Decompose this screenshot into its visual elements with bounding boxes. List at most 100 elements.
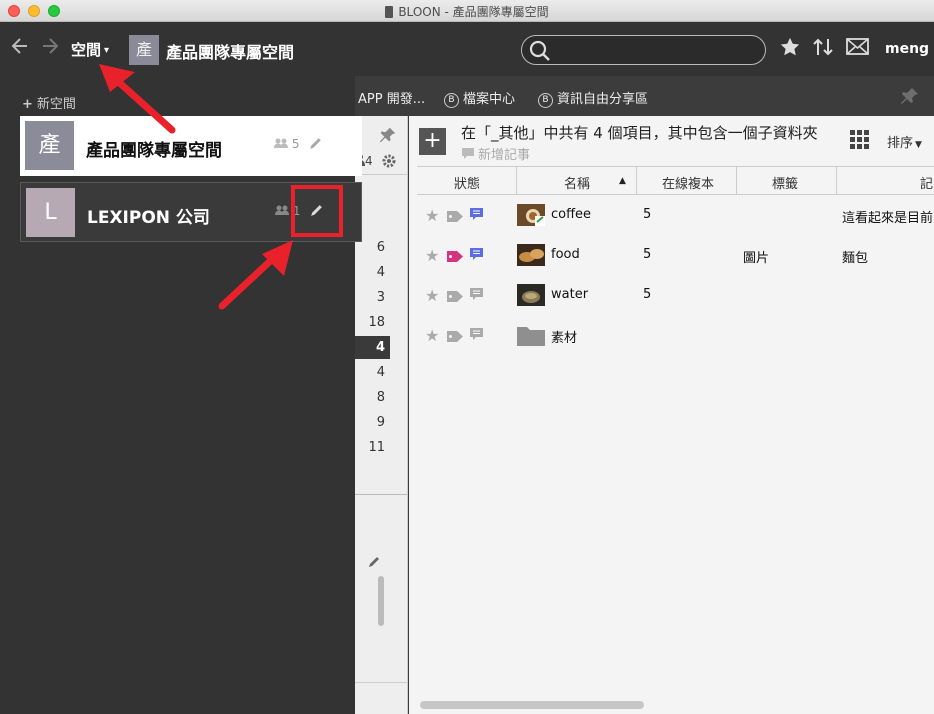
folder-count[interactable]: 8	[355, 390, 385, 405]
folder-count[interactable]: 18	[355, 315, 385, 330]
space-menu-button[interactable]: 空間 ▾	[71, 39, 109, 60]
space-avatar: 產	[25, 121, 74, 170]
pencil-icon[interactable]	[367, 554, 381, 573]
current-space-name: 產品團隊專屬空間	[166, 43, 295, 62]
tag-icon[interactable]	[447, 208, 464, 227]
member-count-text: 5	[291, 137, 300, 151]
tab-app-dev[interactable]: APP 開發...	[358, 88, 425, 107]
item-name[interactable]: coffee	[551, 207, 591, 222]
back-arrow-icon[interactable]	[10, 36, 30, 61]
members-count-text: 4	[365, 154, 373, 168]
coffee-thumbnail	[517, 204, 545, 226]
food-thumbnail	[517, 244, 545, 266]
pin-icon[interactable]	[379, 126, 397, 148]
folder-list-column: 4 6 4 3 18 4 4 8 9 11	[354, 116, 408, 714]
horizontal-scrollbar[interactable]	[420, 701, 644, 709]
tag-icon[interactable]	[447, 248, 464, 267]
memo-icon[interactable]	[469, 247, 484, 266]
current-space-avatar: 產	[129, 35, 159, 65]
online-copies: 5	[643, 247, 652, 262]
sort-dropdown[interactable]: 排序 ▼	[887, 132, 922, 151]
pencil-icon[interactable]	[308, 136, 323, 155]
main-content: + 在「_其他」中共有 4 個項目，其中包含一個子資料夾 新增記事 排序 ▼ 狀態…	[409, 116, 934, 714]
plus-icon: +	[22, 97, 33, 112]
star-icon[interactable]: ★	[425, 246, 439, 265]
column-separator	[836, 167, 837, 195]
divider	[355, 682, 407, 683]
item-note: 這看起來是目前	[842, 211, 934, 226]
star-icon[interactable]: ★	[425, 206, 439, 225]
sort-ascending-icon: ▲	[619, 176, 626, 186]
item-label: 圖片	[743, 251, 770, 266]
mail-icon[interactable]	[846, 38, 869, 59]
sort-label: 排序	[887, 136, 914, 151]
folder-count-selected[interactable]: 4	[354, 336, 390, 359]
water-thumbnail	[517, 284, 545, 306]
bloon-badge-icon: B	[538, 93, 553, 108]
folder-tabs-bar: APP 開發... B 檔案中心 B 資訊自由分享區	[355, 76, 934, 116]
folder-count[interactable]: 9	[355, 415, 385, 430]
bloon-badge-icon: B	[444, 93, 459, 108]
user-name[interactable]: meng	[885, 41, 929, 57]
folder-count[interactable]: 4	[355, 365, 385, 380]
table-row[interactable]: ★ 素材	[417, 316, 934, 356]
forward-arrow-icon[interactable]	[40, 36, 60, 61]
space-card-product-team[interactable]: 產 產品團隊專屬空間 5	[20, 116, 362, 176]
column-header-status[interactable]: 狀態	[447, 173, 487, 192]
table-row[interactable]: ★ water 5	[417, 276, 934, 316]
column-header-notes[interactable]: 記	[920, 173, 934, 192]
tag-icon[interactable]	[447, 288, 464, 307]
folder-summary-title: 在「_其他」中共有 4 個項目，其中包含一個子資料夾	[461, 124, 818, 142]
online-copies: 5	[643, 287, 652, 302]
new-note-label: 新增記事	[478, 148, 531, 163]
tab-share-area[interactable]: B 資訊自由分享區	[538, 88, 648, 108]
space-name: 產品團隊專屬空間	[86, 141, 222, 161]
tag-icon[interactable]	[447, 328, 464, 347]
add-item-button[interactable]: +	[419, 128, 446, 155]
members-icon	[274, 138, 288, 148]
folder-count[interactable]: 11	[355, 440, 385, 455]
item-name[interactable]: 素材	[551, 327, 577, 346]
new-space-label: 新空間	[36, 97, 76, 112]
table-row[interactable]: ★ coffee 5 這看起來是目前	[417, 196, 934, 236]
column-header-name[interactable]: 名稱	[557, 173, 597, 192]
star-icon[interactable]: ★	[425, 326, 439, 345]
space-dropdown-panel: + 新空間 產 產品團隊專屬空間 5 L LEXIPON 公司 1	[0, 76, 362, 714]
folder-count[interactable]: 4	[355, 265, 385, 280]
memo-icon[interactable]	[469, 207, 484, 226]
memo-icon[interactable]	[469, 287, 484, 306]
item-name[interactable]: food	[551, 247, 580, 262]
vertical-scrollbar[interactable]	[378, 576, 384, 626]
window-title: BLOON - 產品團隊專屬空間	[0, 3, 934, 20]
new-note-button[interactable]: 新增記事	[461, 144, 530, 163]
memo-icon[interactable]	[469, 327, 484, 346]
star-icon[interactable]: ★	[425, 286, 439, 305]
new-space-button[interactable]: + 新空間	[22, 93, 76, 112]
highlight-box-annotation	[291, 185, 343, 237]
folder-count[interactable]: 3	[355, 290, 385, 305]
top-toolbar: 空間 ▾ 產 產品團隊專屬空間 meng	[0, 22, 934, 76]
item-note: 麵包	[842, 251, 869, 266]
window-titlebar: BLOON - 產品團隊專屬空間	[0, 0, 934, 22]
chevron-down-icon: ▼	[915, 140, 922, 150]
tab-label: 資訊自由分享區	[557, 92, 649, 107]
column-header-labels[interactable]: 標籤	[765, 173, 805, 192]
pin-icon[interactable]	[900, 86, 920, 111]
tab-label: 檔案中心	[463, 92, 516, 107]
item-name[interactable]: water	[551, 287, 588, 302]
tab-label: APP 開發...	[358, 92, 426, 107]
column-header-online-copies[interactable]: 在線複本	[653, 173, 723, 192]
star-icon[interactable]	[779, 36, 801, 62]
table-row[interactable]: ★ food 5 圖片 麵包	[417, 236, 934, 276]
tab-file-center[interactable]: B 檔案中心	[444, 88, 515, 108]
column-separator	[636, 167, 637, 195]
grid-view-icon[interactable]	[850, 130, 870, 150]
gear-icon[interactable]	[381, 153, 397, 173]
sort-arrows-icon[interactable]	[812, 36, 834, 62]
chevron-down-icon: ▾	[104, 45, 110, 56]
folder-count[interactable]: 6	[355, 240, 385, 255]
divider	[355, 494, 407, 495]
search-input[interactable]	[521, 35, 766, 65]
space-member-count: 5	[274, 137, 299, 151]
table-header: 狀態 名稱 ▲ 在線複本 標籤 記	[417, 166, 934, 195]
